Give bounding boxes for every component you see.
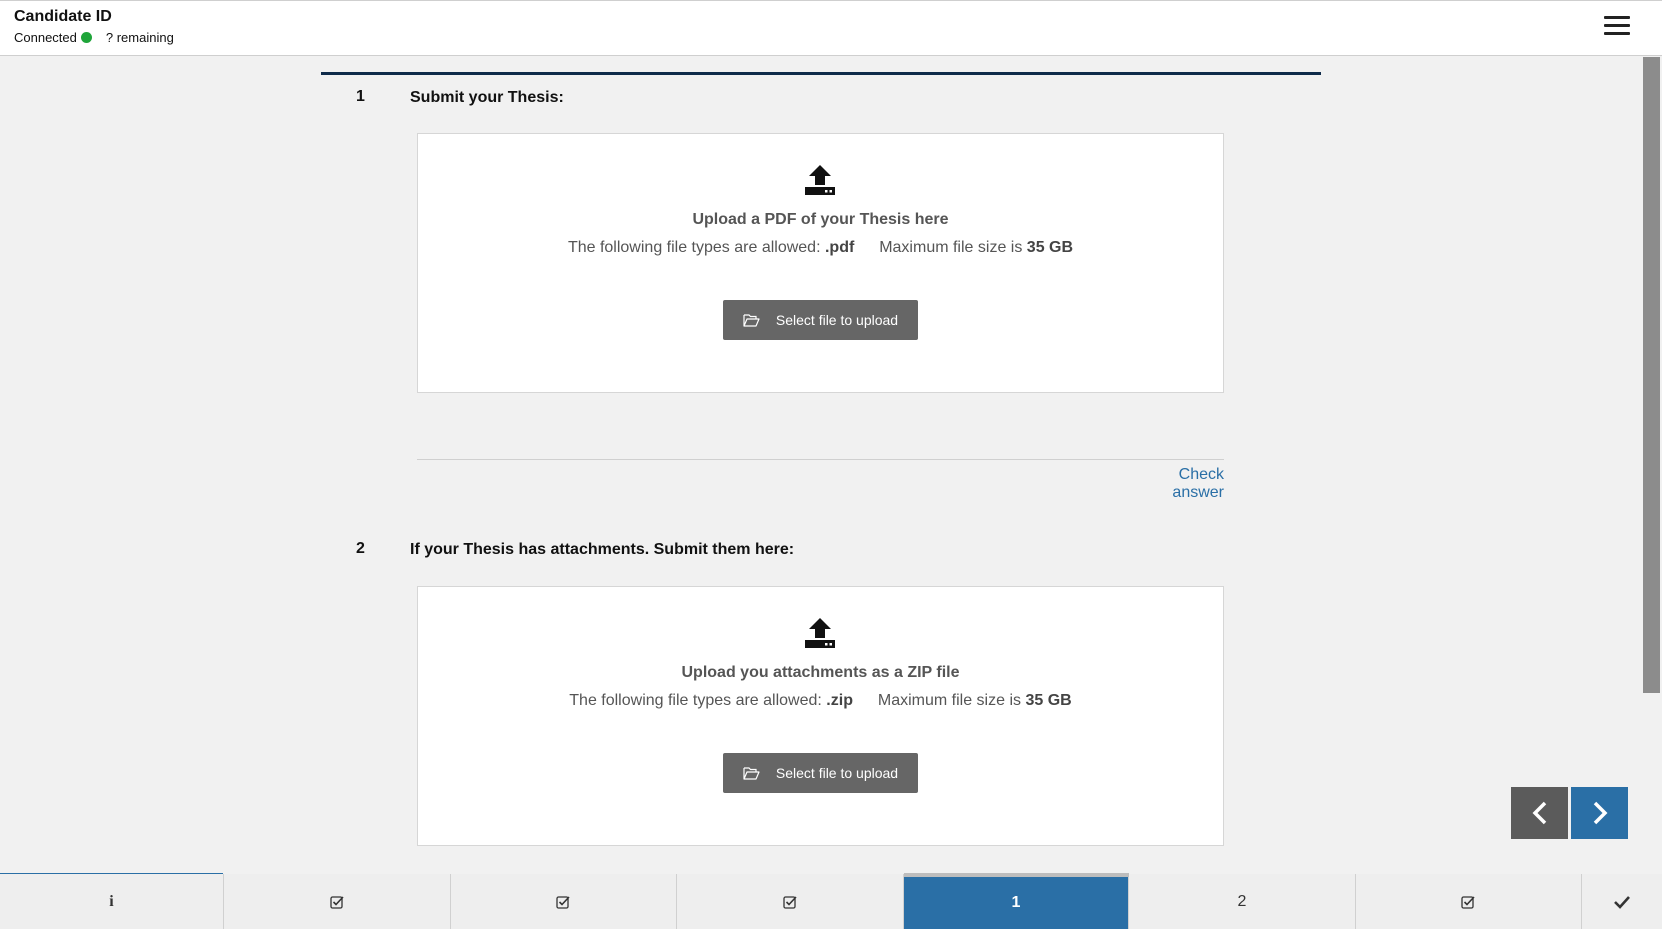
tab-label: 2 <box>1237 892 1247 910</box>
max-size-value: 35 GB <box>1026 239 1074 256</box>
chevron-left-icon <box>1532 801 1546 825</box>
allowed-types-label: The following file types are allowed: <box>569 692 822 709</box>
connected-indicator-icon <box>80 32 92 43</box>
upload-title: Upload a PDF of your Thesis here <box>692 211 949 228</box>
upload-icon <box>805 165 835 195</box>
allowed-types-value: .pdf <box>824 239 855 256</box>
tab-label: 1 <box>1011 894 1021 911</box>
chevron-right-icon <box>1593 801 1607 825</box>
previous-button[interactable] <box>1511 787 1568 839</box>
upload-dropzone-zip[interactable]: Upload you attachments as a ZIP file The… <box>417 586 1224 846</box>
max-size-label: Maximum file size is <box>877 692 1022 709</box>
folder-open-icon <box>743 313 760 327</box>
section-top-rule <box>321 72 1321 75</box>
tab-info[interactable]: i <box>0 874 224 929</box>
upload-rules: The following file types are allowed: .p… <box>418 239 1223 257</box>
checkbox-checked-icon <box>782 895 797 909</box>
checkbox-checked-icon <box>556 895 570 909</box>
upload-icon <box>805 618 835 648</box>
tab-finish[interactable] <box>1582 874 1662 929</box>
checkbox-checked-icon <box>1461 895 1475 909</box>
top-header: Candidate ID Connected ? remaining <box>0 0 1662 56</box>
select-file-label: Select file to upload <box>775 312 899 328</box>
allowed-types-value: .zip <box>826 692 853 709</box>
next-button[interactable] <box>1571 787 1628 839</box>
select-file-button[interactable]: Select file to upload <box>723 753 918 793</box>
upload-dropzone-pdf[interactable]: Upload a PDF of your Thesis here The fol… <box>417 133 1224 393</box>
time-remaining: ? remaining <box>105 30 174 45</box>
checkmark-icon <box>1614 895 1630 909</box>
question-title: Submit your Thesis: <box>410 89 564 106</box>
question-number: 2 <box>356 540 365 557</box>
upload-title: Upload you attachments as a ZIP file <box>681 664 960 681</box>
checkbox-checked-icon <box>329 895 344 909</box>
folder-open-icon <box>743 766 760 780</box>
scrollbar-thumb[interactable] <box>1643 57 1660 693</box>
select-file-label: Select file to upload <box>775 765 899 781</box>
question-number: 1 <box>356 88 365 105</box>
tab-answered[interactable] <box>451 874 677 929</box>
upload-rules: The following file types are allowed: .z… <box>418 692 1223 710</box>
tab-question-2[interactable]: 2 <box>1129 874 1356 929</box>
tab-answered[interactable] <box>224 874 451 929</box>
select-file-button[interactable]: Select file to upload <box>723 300 918 340</box>
connection-status: Connected ? remaining <box>14 30 174 45</box>
max-size-label: Maximum file size is <box>879 239 1023 256</box>
answer-divider <box>417 459 1224 460</box>
tab-answered[interactable] <box>1356 874 1582 929</box>
allowed-types-label: The following file types are allowed: <box>567 239 821 256</box>
question-title: If your Thesis has attachments. Submit t… <box>410 541 795 558</box>
info-icon: i <box>109 892 114 910</box>
check-answer-link[interactable]: Check answer <box>1123 466 1224 502</box>
max-size-value: 35 GB <box>1025 692 1072 709</box>
tab-question-1[interactable]: 1 <box>904 877 1129 929</box>
hamburger-menu-icon[interactable] <box>1604 16 1630 38</box>
candidate-id-title: Candidate ID <box>14 8 112 25</box>
connection-status-label: Connected <box>14 30 77 45</box>
tab-answered[interactable] <box>677 874 904 929</box>
